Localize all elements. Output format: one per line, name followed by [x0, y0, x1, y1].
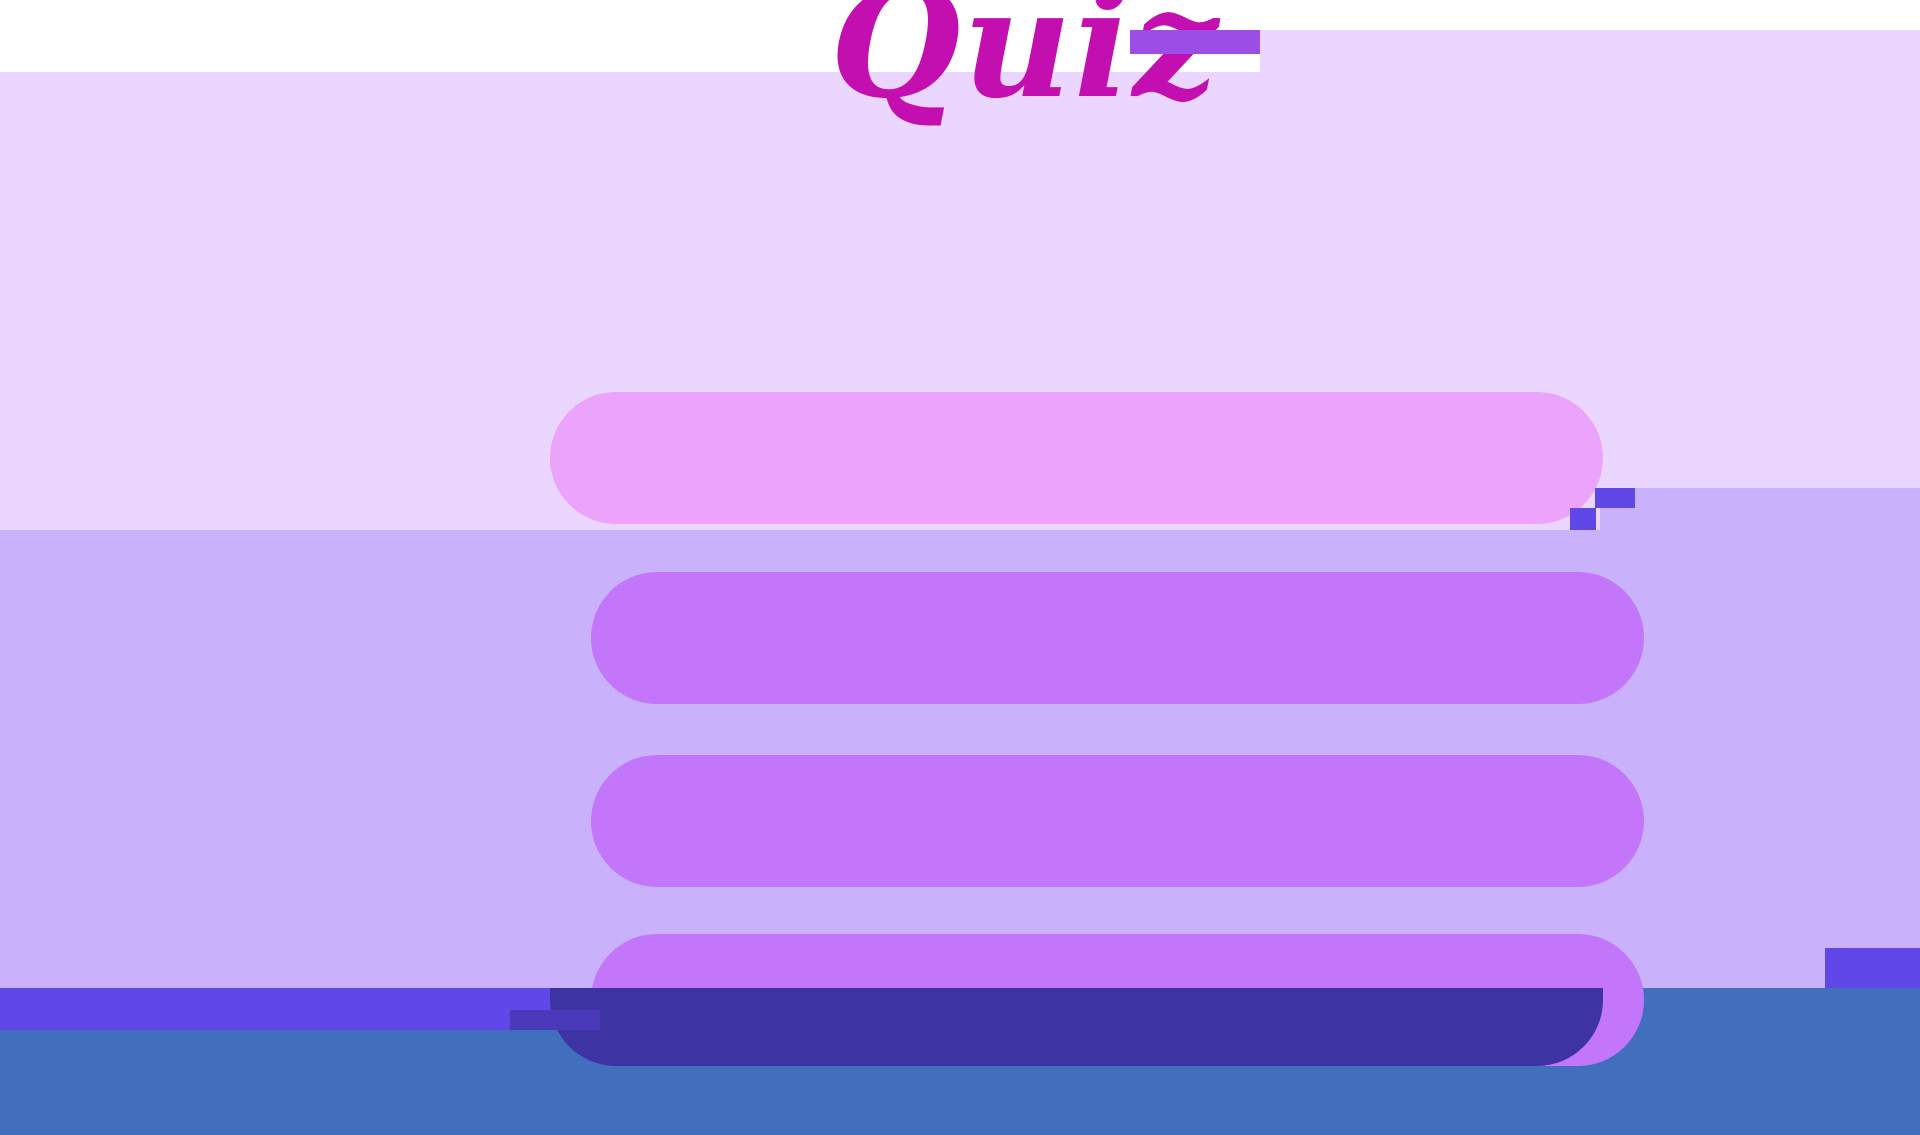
glitch-block — [1825, 948, 1920, 988]
glitch-block — [1130, 30, 1260, 54]
glitch-block — [1595, 488, 1635, 508]
glitch-block — [1570, 508, 1596, 530]
answer-button-1[interactable] — [550, 392, 1603, 524]
answer-button-3[interactable] — [591, 755, 1644, 887]
answer-button-4-shadow — [550, 988, 1603, 1066]
glitch-block — [510, 1010, 600, 1030]
quiz-title: Quiz — [830, 0, 1220, 132]
blue-right-band — [1600, 988, 1920, 1030]
lilac-right-band — [1600, 488, 1920, 530]
top-right-band — [1260, 30, 1920, 72]
answer-button-2[interactable] — [591, 572, 1644, 704]
